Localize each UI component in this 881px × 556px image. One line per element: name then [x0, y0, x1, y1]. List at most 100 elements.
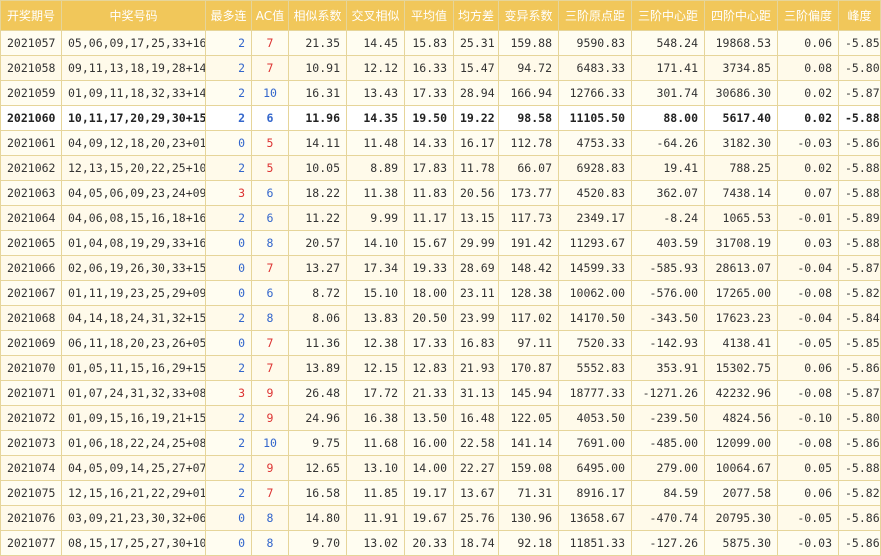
- cell-mean: 20.50: [404, 305, 454, 331]
- cell-winning-numbers: 01,11,19,23,25,29+09: [61, 280, 206, 306]
- cell-std-dev: 13.67: [453, 480, 499, 506]
- cell-fourth-central-moment: 7438.14: [704, 180, 778, 206]
- cell-period: 2021066: [0, 255, 62, 281]
- cell-period: 2021072: [0, 405, 62, 431]
- cell-cross-similarity: 11.48: [346, 130, 405, 156]
- cell-winning-numbers: 12,15,16,21,22,29+01: [61, 480, 206, 506]
- cell-max-consecutive: 2: [205, 105, 252, 131]
- cell-ac-value: 5: [251, 155, 289, 181]
- header-row: 开奖期号 中奖号码 最多连 AC值 相似系数 交叉相似 平均值 均方差 变异系数…: [0, 0, 881, 31]
- cell-mean: 18.00: [404, 280, 454, 306]
- cell-fourth-central-moment: 19868.53: [704, 30, 778, 56]
- cell-coef-variation: 128.38: [498, 280, 559, 306]
- col-header-mean: 平均值: [404, 0, 454, 31]
- cell-period: 2021068: [0, 305, 62, 331]
- cell-third-raw-moment: 4053.50: [558, 405, 632, 431]
- col-header-third-raw-moment: 三阶原点距: [558, 0, 632, 31]
- cell-kurtosis: -5.86: [838, 355, 881, 381]
- cell-skewness: -0.01: [777, 205, 839, 231]
- table-row: 2021073 01,06,18,22,24,25+08 2 10 9.75 11.68 1…: [0, 430, 881, 456]
- cell-similarity: 11.36: [288, 330, 347, 356]
- cell-fourth-central-moment: 17265.00: [704, 280, 778, 306]
- cell-skewness: -0.05: [777, 330, 839, 356]
- table-row: 2021065 01,04,08,19,29,33+16 0 8 20.57 14.10 1…: [0, 230, 881, 256]
- cell-kurtosis: -5.87: [838, 80, 881, 106]
- table-row: 2021077 08,15,17,25,27,30+10 0 8 9.70 13.02 20…: [0, 530, 881, 556]
- cell-std-dev: 15.47: [453, 55, 499, 81]
- cell-similarity: 20.57: [288, 230, 347, 256]
- cell-skewness: 0.02: [777, 105, 839, 131]
- cell-max-consecutive: 3: [205, 380, 252, 406]
- cell-cross-similarity: 17.72: [346, 380, 405, 406]
- cell-mean: 11.83: [404, 180, 454, 206]
- cell-ac-value: 5: [251, 130, 289, 156]
- col-header-coef-variation: 变异系数: [498, 0, 559, 31]
- cell-skewness: 0.03: [777, 230, 839, 256]
- cell-skewness: 0.06: [777, 30, 839, 56]
- cell-winning-numbers: 01,07,24,31,32,33+08: [61, 380, 206, 406]
- cell-cross-similarity: 14.35: [346, 105, 405, 131]
- cell-fourth-central-moment: 1065.53: [704, 205, 778, 231]
- cell-third-raw-moment: 14599.33: [558, 255, 632, 281]
- cell-ac-value: 9: [251, 455, 289, 481]
- cell-mean: 20.33: [404, 530, 454, 556]
- cell-mean: 17.33: [404, 80, 454, 106]
- cell-third-raw-moment: 12766.33: [558, 80, 632, 106]
- cell-winning-numbers: 10,11,17,20,29,30+15: [61, 105, 206, 131]
- cell-similarity: 10.05: [288, 155, 347, 181]
- cell-similarity: 18.22: [288, 180, 347, 206]
- cell-skewness: 0.02: [777, 155, 839, 181]
- table-row: 2021067 01,11,19,23,25,29+09 0 6 8.72 15.10 18…: [0, 280, 881, 306]
- cell-period: 2021065: [0, 230, 62, 256]
- cell-skewness: 0.02: [777, 80, 839, 106]
- cell-cross-similarity: 13.43: [346, 80, 405, 106]
- cell-mean: 16.00: [404, 430, 454, 456]
- cell-fourth-central-moment: 12099.00: [704, 430, 778, 456]
- cell-coef-variation: 159.08: [498, 455, 559, 481]
- cell-third-central-moment: 403.59: [631, 230, 705, 256]
- cell-cross-similarity: 9.99: [346, 205, 405, 231]
- cell-winning-numbers: 03,09,21,23,30,32+06: [61, 505, 206, 531]
- cell-fourth-central-moment: 42232.96: [704, 380, 778, 406]
- cell-std-dev: 18.74: [453, 530, 499, 556]
- cell-ac-value: 8: [251, 505, 289, 531]
- cell-winning-numbers: 09,11,13,18,19,28+14: [61, 55, 206, 81]
- table-row: 2021072 01,09,15,16,19,21+15 2 9 24.96 16.38 1…: [0, 405, 881, 431]
- table-row: 2021068 04,14,18,24,31,32+15 2 8 8.06 13.83 20…: [0, 305, 881, 331]
- cell-std-dev: 23.99: [453, 305, 499, 331]
- cell-mean: 19.17: [404, 480, 454, 506]
- cell-similarity: 8.06: [288, 305, 347, 331]
- cell-cross-similarity: 13.10: [346, 455, 405, 481]
- cell-mean: 13.50: [404, 405, 454, 431]
- cell-max-consecutive: 2: [205, 480, 252, 506]
- cell-fourth-central-moment: 4138.41: [704, 330, 778, 356]
- cell-third-central-moment: 362.07: [631, 180, 705, 206]
- cell-max-consecutive: 0: [205, 505, 252, 531]
- cell-kurtosis: -5.87: [838, 255, 881, 281]
- cell-period: 2021073: [0, 430, 62, 456]
- cell-fourth-central-moment: 3182.30: [704, 130, 778, 156]
- cell-fourth-central-moment: 4824.56: [704, 405, 778, 431]
- cell-coef-variation: 159.88: [498, 30, 559, 56]
- cell-mean: 12.83: [404, 355, 454, 381]
- cell-third-central-moment: 353.91: [631, 355, 705, 381]
- col-header-similarity: 相似系数: [288, 0, 347, 31]
- cell-similarity: 11.22: [288, 205, 347, 231]
- cell-std-dev: 28.94: [453, 80, 499, 106]
- cell-third-raw-moment: 5552.83: [558, 355, 632, 381]
- cell-third-central-moment: 548.24: [631, 30, 705, 56]
- cell-skewness: -0.04: [777, 305, 839, 331]
- cell-skewness: -0.04: [777, 255, 839, 281]
- cell-ac-value: 9: [251, 380, 289, 406]
- cell-kurtosis: -5.88: [838, 180, 881, 206]
- cell-ac-value: 10: [251, 430, 289, 456]
- cell-period: 2021067: [0, 280, 62, 306]
- cell-period: 2021076: [0, 505, 62, 531]
- cell-winning-numbers: 04,05,09,14,25,27+07: [61, 455, 206, 481]
- cell-mean: 17.83: [404, 155, 454, 181]
- cell-fourth-central-moment: 17623.23: [704, 305, 778, 331]
- cell-period: 2021061: [0, 130, 62, 156]
- cell-kurtosis: -5.84: [838, 305, 881, 331]
- cell-coef-variation: 66.07: [498, 155, 559, 181]
- cell-similarity: 24.96: [288, 405, 347, 431]
